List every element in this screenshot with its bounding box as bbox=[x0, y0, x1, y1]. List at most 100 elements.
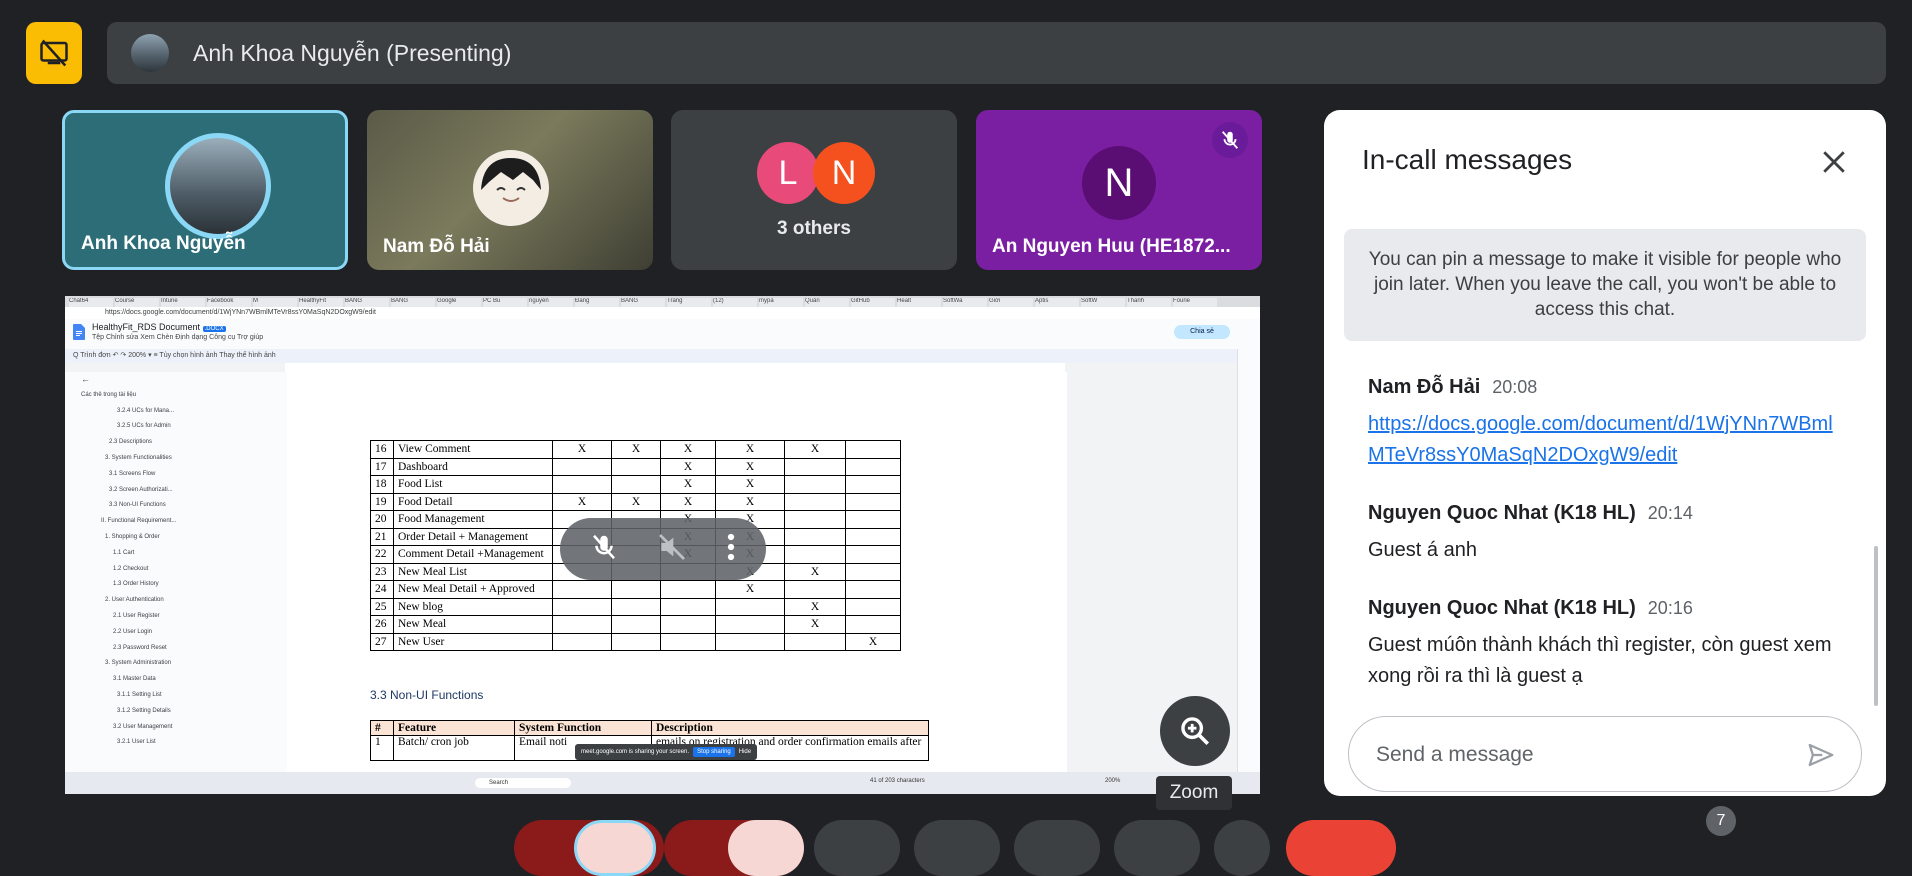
hide-button: Hide bbox=[738, 749, 752, 755]
table-cell: 18 bbox=[370, 475, 394, 494]
table-cell bbox=[660, 597, 716, 616]
leave-call-button[interactable] bbox=[1286, 820, 1396, 876]
table-cell: 27 bbox=[370, 632, 394, 651]
avatar bbox=[165, 133, 271, 239]
message-time: 20:16 bbox=[1647, 598, 1693, 618]
message-input[interactable] bbox=[1374, 742, 1798, 768]
message-time: 20:14 bbox=[1647, 503, 1693, 523]
table-cell: X bbox=[660, 440, 716, 459]
table-cell bbox=[845, 475, 901, 494]
outline-item: 1.3 Order History bbox=[113, 581, 159, 588]
more-options-button[interactable] bbox=[725, 532, 737, 567]
table-cell bbox=[784, 475, 846, 494]
table-cell: Batch/ cron job bbox=[393, 735, 515, 761]
outline-item: 3. System Administration bbox=[105, 660, 172, 667]
table-row: 27 New User X bbox=[370, 632, 901, 651]
table-cell: X bbox=[784, 440, 846, 459]
table-cell bbox=[552, 457, 612, 476]
windows-taskbar: Search 41 of 203 characters 200% bbox=[65, 772, 1260, 794]
browser-tab: Chat64 bbox=[69, 298, 113, 307]
mute-button[interactable] bbox=[589, 532, 619, 567]
table-cell bbox=[845, 457, 901, 476]
browser-tab: SoftWa bbox=[943, 298, 987, 307]
outline-item: 3.1 Master Data bbox=[113, 676, 156, 683]
status-text: 41 of 203 characters bbox=[870, 778, 925, 784]
outline-item: 2.3 Descriptions bbox=[109, 439, 153, 446]
table-cell: X bbox=[784, 615, 846, 634]
more-options-button[interactable] bbox=[1214, 820, 1270, 876]
table-cell: X bbox=[715, 492, 785, 511]
screen-share-notice: meet.google.com is sharing your screen. S… bbox=[575, 744, 758, 760]
message-link[interactable]: https://docs.google.com/document/d/1WjYN… bbox=[1368, 409, 1838, 471]
table-cell: 19 bbox=[370, 492, 394, 511]
participant-tile-nam[interactable]: Nam Đỗ Hải bbox=[367, 110, 653, 270]
table-cell: 24 bbox=[370, 580, 394, 599]
stop-presenting-button[interactable] bbox=[26, 22, 82, 84]
mute-audio-button[interactable] bbox=[656, 531, 688, 568]
browser-tab: mypa bbox=[759, 298, 803, 307]
outline-item: 2.1 User Register bbox=[113, 612, 160, 619]
table-cell bbox=[845, 597, 901, 616]
raise-hand-button[interactable] bbox=[1114, 820, 1200, 876]
outline-item: 3.2.1 User List bbox=[117, 739, 156, 746]
emoji-button[interactable] bbox=[914, 820, 1000, 876]
presenting-banner: Anh Khoa Nguyễn (Presenting) bbox=[107, 22, 1886, 84]
table-cell bbox=[784, 527, 846, 546]
table-cell: Comment Detail +Management bbox=[393, 545, 553, 564]
outline-item: 3.1.2 Setting Details bbox=[117, 707, 171, 714]
outline-item: 1. Shopping & Order bbox=[105, 533, 160, 540]
outline-item: 3.2 Screen Authorizati... bbox=[109, 486, 173, 493]
browser-tab: BẢNG bbox=[621, 298, 665, 307]
send-button[interactable] bbox=[1803, 737, 1839, 773]
pin-info-note: You can pin a message to make it visible… bbox=[1344, 229, 1866, 341]
chat-scrollbar[interactable] bbox=[1874, 546, 1878, 706]
table-row: 19 Food Detail X X X X bbox=[370, 492, 901, 511]
zoom-level: 200% bbox=[1105, 778, 1121, 784]
browser-tab: PC Bu bbox=[483, 298, 527, 307]
browser-tab: GitHub bbox=[851, 298, 895, 307]
zoom-tooltip: Zoom bbox=[1156, 776, 1232, 810]
table-cell bbox=[715, 615, 785, 634]
mic-off-icon bbox=[1212, 122, 1248, 158]
outline-item: 3.1.1 Setting List bbox=[117, 691, 162, 698]
table-cell: X bbox=[660, 492, 716, 511]
volume-off-icon bbox=[659, 533, 685, 560]
table-cell bbox=[611, 597, 661, 616]
camera-toggle-button[interactable] bbox=[728, 820, 804, 876]
participant-tile-anh-khoa[interactable]: Anh Khoa Nguyễn bbox=[62, 110, 348, 270]
table-cell: X bbox=[715, 580, 785, 599]
participant-tile-an[interactable]: N An Nguyen Huu (HE1872... bbox=[976, 110, 1262, 270]
zoom-button[interactable] bbox=[1160, 696, 1230, 766]
table-cell bbox=[552, 475, 612, 494]
table-cell: Dashboard bbox=[393, 457, 553, 476]
browser-tab: Intune bbox=[161, 298, 205, 307]
doc-toolbar: Q Trình đơn ↶ ↷ 200% ▾ ≡ Tùy chọn hình ả… bbox=[65, 349, 1260, 363]
send-icon bbox=[1808, 743, 1834, 767]
close-chat-button[interactable] bbox=[1816, 144, 1852, 180]
message-author: Nguyen Quoc Nhat (K18 HL) bbox=[1368, 597, 1636, 619]
outline-item: 1.2 Checkout bbox=[113, 565, 149, 572]
table-cell bbox=[845, 492, 901, 511]
table-row: 18 Food List X X bbox=[370, 475, 901, 494]
table-row: 26 New Meal X bbox=[370, 615, 901, 634]
table-cell bbox=[715, 632, 785, 651]
table-cell bbox=[660, 632, 716, 651]
table-cell bbox=[784, 580, 846, 599]
table-cell: X bbox=[611, 492, 661, 511]
mic-off-icon bbox=[592, 534, 615, 559]
browser-tab: Facebook bbox=[207, 298, 251, 307]
present-stop-icon bbox=[40, 39, 68, 67]
participant-tile-others[interactable]: L N 3 others bbox=[671, 110, 957, 270]
table-cell bbox=[845, 527, 901, 546]
chat-message: Nguyen Quoc Nhat (K18 HL) 20:16 Guest múô… bbox=[1368, 597, 1838, 692]
captions-button[interactable] bbox=[814, 820, 900, 876]
table-cell bbox=[845, 510, 901, 529]
avatar: N bbox=[1082, 146, 1156, 220]
browser-tab: HealthyFit bbox=[299, 298, 343, 307]
present-button[interactable] bbox=[1014, 820, 1100, 876]
mic-toggle-button[interactable] bbox=[574, 820, 656, 876]
browser-tab: M bbox=[253, 298, 297, 307]
table-cell bbox=[784, 457, 846, 476]
table-row: 24 New Meal Detail + Approved X bbox=[370, 580, 901, 599]
table-cell bbox=[715, 597, 785, 616]
